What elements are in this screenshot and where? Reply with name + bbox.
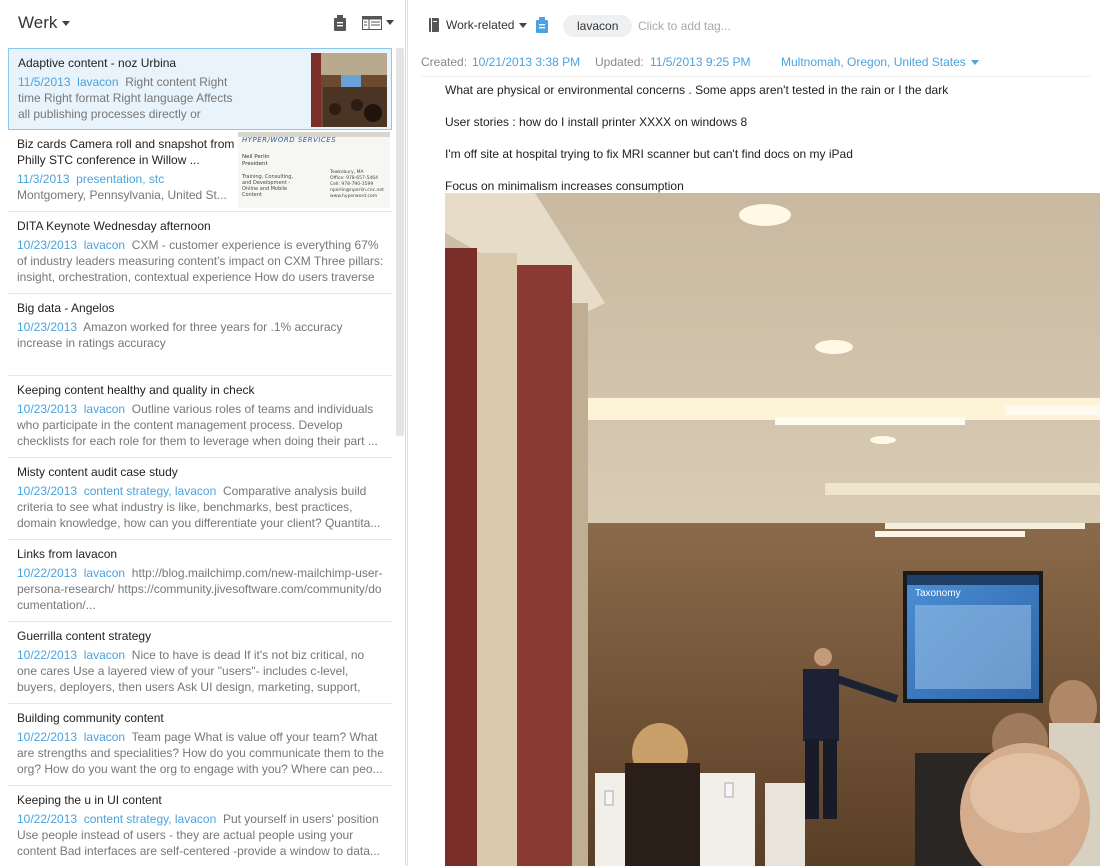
note-date: 11/5/2013 — [18, 75, 71, 89]
note-paragraph: What are physical or environmental conce… — [445, 83, 949, 97]
note-title: Keeping the u in UI content — [17, 793, 162, 807]
notebook-name: Work-related — [446, 18, 515, 32]
notebook-title: Werk — [18, 13, 58, 32]
slide-title: Taxonomy — [915, 588, 961, 599]
share-icon[interactable] — [334, 15, 346, 31]
created-label: Created: — [421, 55, 468, 69]
note-tags: lavacon — [83, 648, 126, 662]
note-title: Big data - Angelos — [17, 301, 115, 315]
note-date: 10/22/2013 — [17, 812, 78, 826]
note-editor-panel: Work-related lavacon Created: 10/21/2013… — [407, 0, 1100, 866]
chevron-down-icon — [970, 59, 979, 65]
business-card-thumbnail: HYPER/WORD SERVICES Neil Perlin Presiden… — [238, 132, 390, 208]
note-tags: presentation, stc — [76, 172, 165, 186]
note-snippet: 10/22/2013 lavacon Nice to have is dead … — [17, 647, 384, 695]
note-date: 10/23/2013 — [17, 238, 78, 252]
note-item-biz-cards[interactable]: Biz cards Camera roll and snapshot from … — [8, 130, 392, 212]
note-title: DITA Keynote Wednesday afternoon — [17, 219, 211, 233]
divider — [421, 76, 1091, 77]
card-web: www.hyperword.com — [330, 194, 378, 199]
note-date: 11/3/2013 — [17, 172, 70, 186]
location-dropdown[interactable]: Multnomah, Oregon, United States — [781, 55, 979, 69]
note-tag-bar: Work-related lavacon — [408, 0, 1100, 50]
note-thumbnail-image — [311, 53, 387, 127]
note-title: Adaptive content - noz Urbina — [18, 56, 177, 70]
note-content[interactable]: What are physical or environmental conce… — [445, 80, 1100, 866]
chevron-down-icon — [62, 20, 71, 26]
note-title: Building community content — [17, 711, 164, 725]
note-item-dita-keynote[interactable]: DITA Keynote Wednesday afternoon 10/23/2… — [8, 212, 392, 294]
note-tags: lavacon — [83, 566, 126, 580]
add-tag-input[interactable] — [638, 16, 798, 36]
tag-chip-lavacon[interactable]: lavacon — [563, 15, 633, 37]
note-date: 10/22/2013 — [17, 648, 78, 662]
note-snippet: 10/22/2013 lavacon http://blog.mailchimp… — [17, 565, 384, 613]
chevron-down-icon[interactable] — [386, 20, 394, 25]
note-snippet: 10/23/2013 lavacon Outline various roles… — [17, 401, 384, 449]
note-paragraph: User stories : how do I install printer … — [445, 115, 748, 129]
note-meta: 11/3/2013 presentation, stc — [17, 171, 236, 187]
notebook-icon — [429, 18, 439, 32]
card-contact: Tewksbury, MA Office: 978-657-5464 Cell:… — [330, 170, 384, 200]
note-date: 10/23/2013 — [17, 320, 78, 334]
note-date: 10/23/2013 — [17, 484, 78, 498]
note-title: Keeping content healthy and quality in c… — [17, 383, 255, 397]
note-list-panel: Werk Adaptive content - noz Urbina 11/5/… — [0, 0, 406, 866]
note-tags: lavacon — [83, 238, 126, 252]
note-title: Guerrilla content strategy — [17, 629, 152, 643]
note-item-guerrilla[interactable]: Guerrilla content strategy 10/22/2013 la… — [8, 622, 392, 704]
note-list-header: Werk — [0, 0, 406, 46]
note-date: 10/22/2013 — [17, 730, 78, 744]
note-snippet: 10/22/2013 content strategy, lavacon Put… — [17, 811, 384, 859]
note-date: 10/22/2013 — [17, 566, 78, 580]
note-tags: lavacon — [83, 402, 126, 416]
location-text: Multnomah, Oregon, United States — [781, 55, 966, 69]
note-snippet: 10/23/2013 lavacon CXM - customer experi… — [17, 237, 384, 285]
card-services: Training, Consulting, and Development - … — [242, 174, 293, 198]
note-item-links-lavacon[interactable]: Links from lavacon 10/22/2013 lavacon ht… — [8, 540, 392, 622]
note-location: Montgomery, Pennsylvania, United St... — [17, 188, 227, 202]
chevron-down-icon — [519, 22, 528, 28]
note-tags: lavacon — [77, 75, 119, 89]
note-tags: lavacon — [83, 730, 126, 744]
notebook-selector[interactable]: Werk — [18, 13, 71, 33]
note-list: Adaptive content - noz Urbina 11/5/2013 … — [8, 48, 392, 866]
note-item-community-content[interactable]: Building community content 10/22/2013 la… — [8, 704, 392, 786]
updated-date[interactable]: 11/5/2013 9:25 PM — [650, 55, 751, 69]
note-tags: content strategy, lavacon — [83, 484, 217, 498]
updated-label: Updated: — [595, 55, 644, 69]
view-options-icon[interactable] — [362, 16, 382, 30]
note-paragraph: Focus on minimalism increases consumptio… — [445, 179, 684, 193]
note-snippet: 10/22/2013 lavacon Team page What is val… — [17, 729, 384, 777]
note-paragraph: I'm off site at hospital trying to fix M… — [445, 147, 853, 161]
conference-photo: Taxonomy — [445, 193, 1100, 866]
note-item-misty-audit[interactable]: Misty content audit case study 10/23/201… — [8, 458, 392, 540]
note-list-scrollbar[interactable] — [396, 48, 404, 436]
note-item-content-healthy[interactable]: Keeping content healthy and quality in c… — [8, 376, 392, 458]
note-item-u-in-ui[interactable]: Keeping the u in UI content 10/22/2013 c… — [8, 786, 392, 866]
card-name: Neil Perlin — [242, 154, 270, 160]
note-title: Misty content audit case study — [17, 465, 178, 479]
card-company: HYPER/WORD SERVICES — [242, 136, 337, 144]
note-tags: content strategy, lavacon — [83, 812, 217, 826]
note-title: Links from lavacon — [17, 547, 118, 561]
note-snippet: 11/5/2013 lavacon Right content Right ti… — [18, 74, 235, 122]
note-item-adaptive-content[interactable]: Adaptive content - noz Urbina 11/5/2013 … — [8, 48, 392, 130]
note-title: Biz cards Camera roll and snapshot from … — [17, 137, 235, 167]
notebook-dropdown[interactable]: Work-related — [446, 18, 528, 32]
note-item-big-data[interactable]: Big data - Angelos 10/23/2013 Amazon wor… — [8, 294, 392, 376]
note-date: 10/23/2013 — [17, 402, 78, 416]
note-snippet: 10/23/2013 content strategy, lavacon Com… — [17, 483, 384, 531]
note-snippet: 10/23/2013 Amazon worked for three years… — [17, 319, 384, 367]
card-service-line: Content — [242, 192, 262, 198]
tag-icon[interactable] — [536, 17, 548, 33]
created-date[interactable]: 10/21/2013 3:38 PM — [472, 55, 580, 69]
card-role: President — [242, 161, 268, 167]
